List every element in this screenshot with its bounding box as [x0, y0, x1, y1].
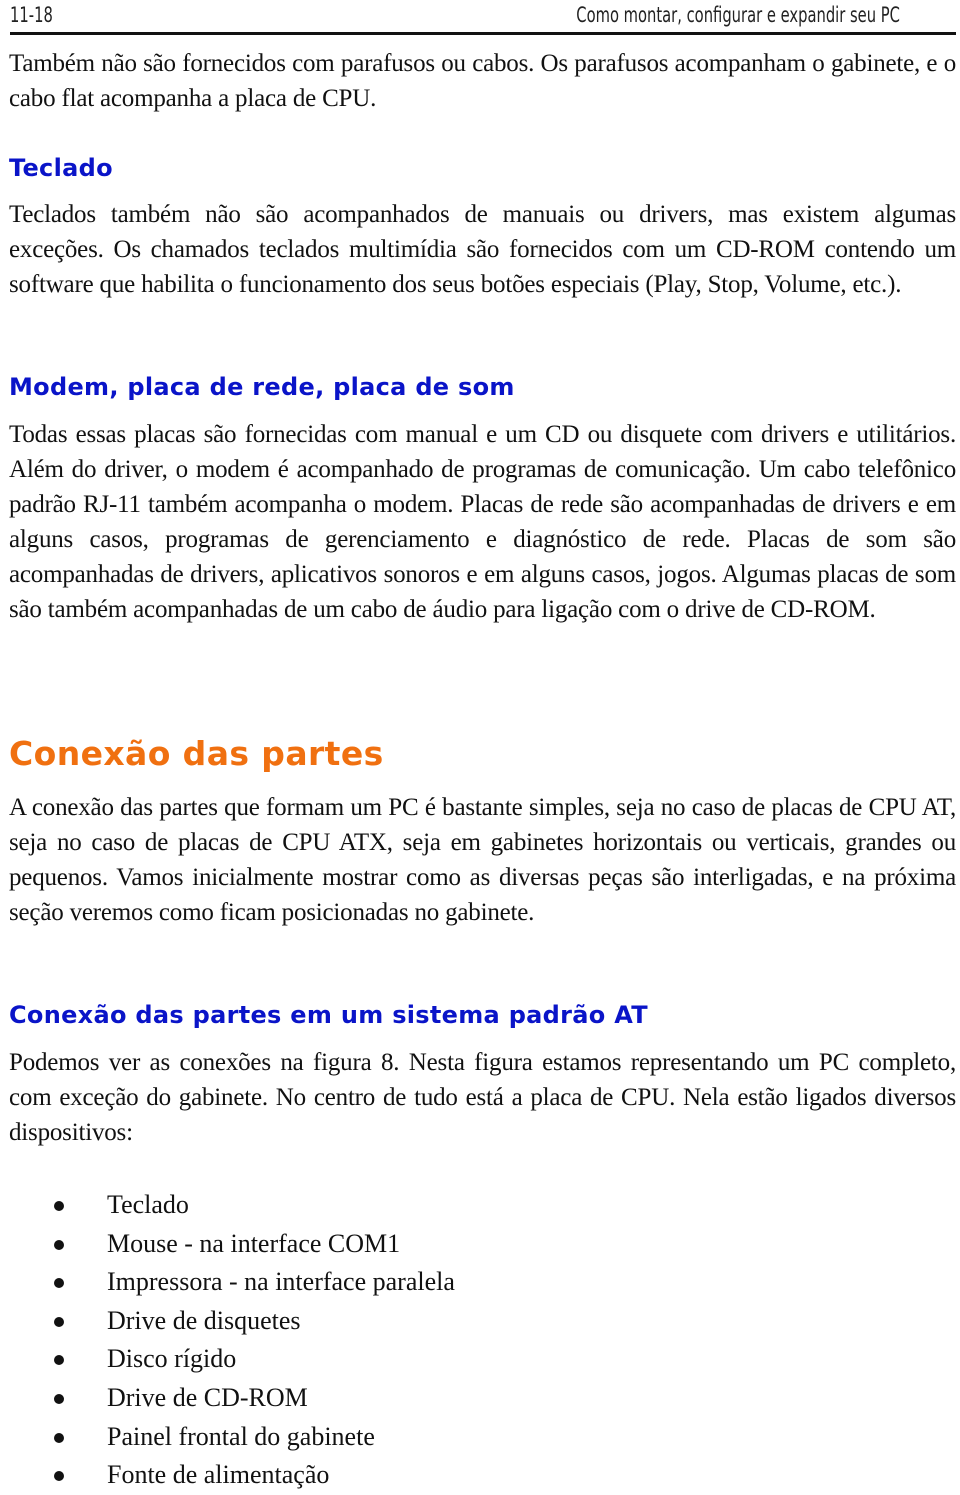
- bullet-icon: [54, 1471, 64, 1482]
- list-item-text: Impressora - na interface paralela: [107, 1267, 455, 1297]
- list-item-text: Teclado: [107, 1190, 189, 1219]
- list-item: Painel frontal do gabinete: [0, 1418, 455, 1457]
- running-title: Como montar, configurar e expandir seu P…: [576, 3, 900, 27]
- list-item-text: Painel frontal do gabinete: [107, 1421, 375, 1451]
- list-item: Teclado: [0, 1186, 455, 1225]
- bullet-icon: [54, 1316, 64, 1327]
- bullet-icon: [54, 1278, 64, 1289]
- list-item-text: Drive de CD-ROM: [107, 1382, 308, 1412]
- heading-conexao: Conexão das partes: [9, 734, 384, 773]
- page-number: 11-18: [10, 3, 53, 27]
- bullet-icon: [54, 1393, 64, 1404]
- paragraph-teclado: Teclados também não são acompanhados de …: [9, 201, 956, 298]
- list-item: Mouse - na interface COM1: [0, 1225, 455, 1264]
- heading-teclado: Teclado: [9, 154, 113, 182]
- list-item: Fonte de alimentação: [0, 1456, 455, 1495]
- device-list: Teclado Mouse - na interface COM1 Impres…: [0, 1186, 455, 1495]
- list-item: Drive de CD-ROM: [0, 1379, 455, 1418]
- list-item-text: Disco rígido: [107, 1344, 237, 1374]
- bullet-icon: [54, 1355, 64, 1366]
- list-item: Drive de disquetes: [0, 1302, 455, 1341]
- list-item-text: Fonte de alimentação: [107, 1460, 330, 1490]
- heading-modem: Modem, placa de rede, placa de som: [9, 373, 515, 401]
- bullet-icon: [54, 1239, 64, 1250]
- heading-conexao-at: Conexão das partes em um sistema padrão …: [9, 1001, 648, 1029]
- paragraph-modem: Todas essas placas são fornecidas com ma…: [9, 421, 956, 623]
- bullet-icon: [54, 1201, 64, 1211]
- list-item: Disco rígido: [0, 1340, 455, 1379]
- list-item: Impressora - na interface paralela: [0, 1263, 455, 1302]
- bullet-icon: [54, 1432, 64, 1443]
- page-header: 11-18 Como montar, configurar e expandir…: [10, 0, 956, 35]
- intro-paragraph: Também não são fornecidos com parafusos …: [9, 50, 956, 112]
- list-item-text: Drive de disquetes: [107, 1305, 301, 1335]
- paragraph-conexao: A conexão das partes que formam um PC é …: [9, 794, 956, 926]
- paragraph-conexao-at: Podemos ver as conexões na figura 8. Nes…: [9, 1049, 956, 1146]
- list-item-text: Mouse - na interface COM1: [107, 1228, 401, 1258]
